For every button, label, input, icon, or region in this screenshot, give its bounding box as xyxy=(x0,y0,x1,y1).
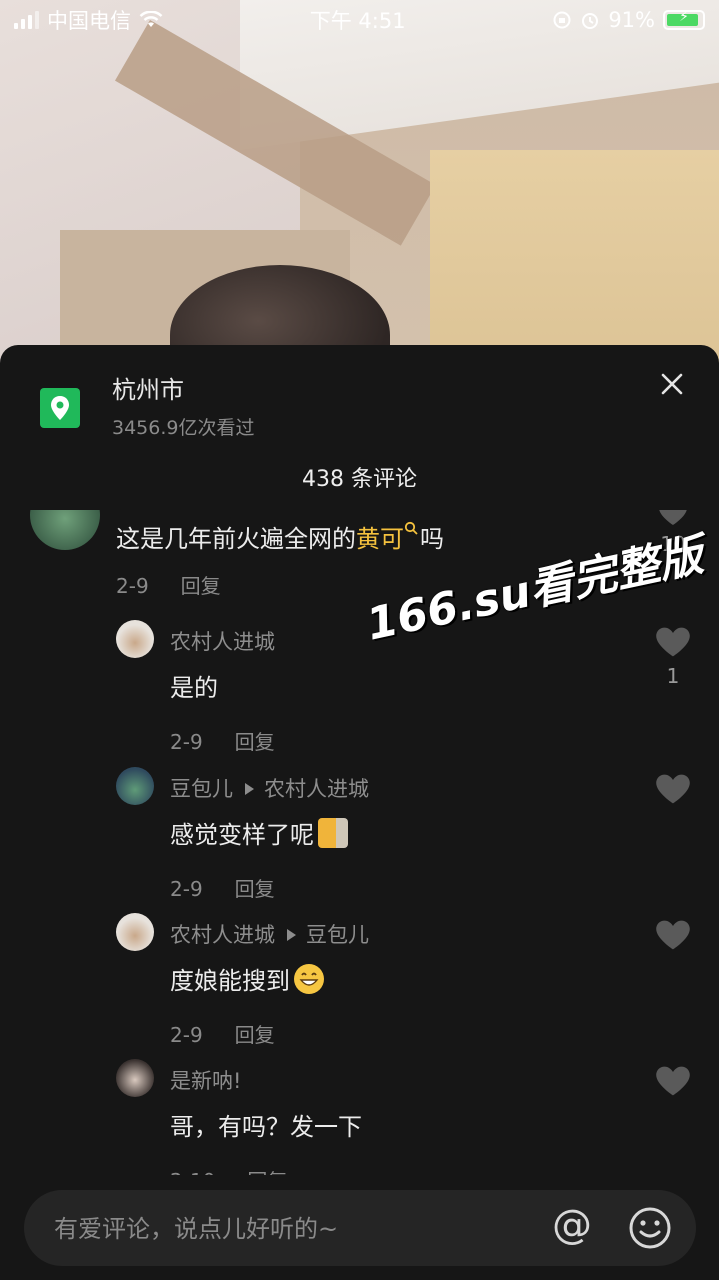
location-title: 杭州市 xyxy=(112,376,184,404)
comment-author: 农村人进城 豆包儿 xyxy=(170,919,369,949)
reply-button[interactable]: 回复 xyxy=(247,1169,287,1175)
search-keyword-link[interactable]: 黄可 xyxy=(356,525,404,553)
comment-meta: 2-9 回复 xyxy=(170,873,275,902)
comment-text: 是的 xyxy=(170,674,218,702)
alarm-icon xyxy=(582,13,599,29)
heart-icon xyxy=(656,774,690,804)
comment-text: 度娘能搜到 xyxy=(170,961,324,996)
comment-count: 438 条评论 xyxy=(302,467,417,492)
reply-target-name[interactable]: 豆包儿 xyxy=(306,923,369,947)
reply-arrow-icon xyxy=(245,783,254,795)
comment-input[interactable] xyxy=(52,1190,526,1268)
heart-icon xyxy=(656,920,690,950)
like-count: 1 xyxy=(666,664,680,688)
comment-text: 感觉变样了呢 xyxy=(170,815,348,850)
status-bar: 中国电信 下午 4:51 91% ⚡ xyxy=(0,0,719,40)
comment-input-bar: @ xyxy=(24,1190,696,1268)
signal-icon xyxy=(14,11,39,29)
comment-author: 豆包儿 农村人进城 xyxy=(170,773,369,803)
comment-author[interactable]: 农村人进城 xyxy=(170,626,275,656)
author-name[interactable]: 农村人进城 xyxy=(170,923,275,947)
like-button[interactable]: 1 xyxy=(655,626,691,688)
close-icon[interactable] xyxy=(659,371,685,397)
comment-text: 哥，有吗？发一下 xyxy=(170,1113,362,1141)
wifi-icon xyxy=(139,11,163,27)
peek-emoji-icon xyxy=(318,818,348,848)
carrier-label: 中国电信 xyxy=(47,9,131,33)
video-background xyxy=(0,0,719,380)
reply-button[interactable]: 回复 xyxy=(235,730,275,754)
comment-date: 2-9 xyxy=(170,730,203,754)
mention-button[interactable]: @ xyxy=(552,1202,592,1248)
author-name[interactable]: 豆包儿 xyxy=(170,777,233,801)
comment-meta: 2-9 回复 xyxy=(170,1019,275,1048)
heart-icon xyxy=(656,1066,690,1096)
location-header[interactable]: 杭州市 3456.9亿次看过 xyxy=(40,375,254,440)
reply-button[interactable]: 回复 xyxy=(235,1023,275,1047)
comment-date: 2-9 xyxy=(170,877,203,901)
heart-icon xyxy=(656,627,690,657)
clock: 下午 4:51 xyxy=(309,9,406,33)
reply-button[interactable]: 回复 xyxy=(181,574,221,598)
avatar[interactable] xyxy=(116,1059,154,1097)
comment-date: 2-9 xyxy=(116,574,149,598)
comment-date: 2-10 xyxy=(170,1169,215,1175)
comment-meta: 2-10 回复 xyxy=(170,1165,287,1175)
avatar[interactable] xyxy=(116,767,154,805)
comment-sheet: 杭州市 3456.9亿次看过 438 条评论 这是几年前火遍全网的黄可吗 2-9… xyxy=(0,345,719,1280)
grin-emoji-icon xyxy=(294,964,324,994)
battery-icon: ⚡ xyxy=(663,9,705,30)
comment-meta: 2-9 回复 xyxy=(170,726,275,755)
comment-author[interactable]: 是新呐! xyxy=(170,1065,241,1095)
avatar[interactable] xyxy=(116,913,154,951)
battery-percent: 91% xyxy=(608,8,655,32)
emoji-icon[interactable] xyxy=(628,1206,672,1250)
reply-target-name[interactable]: 农村人进城 xyxy=(264,777,369,801)
comment-list[interactable]: 这是几年前火遍全网的黄可吗 2-9 回复 10 农村人进城 是的 2-9 回复 1 xyxy=(0,510,719,1175)
search-icon[interactable] xyxy=(404,521,420,537)
avatar[interactable] xyxy=(30,510,100,550)
orientation-lock-icon xyxy=(553,11,571,29)
location-pin-icon xyxy=(40,387,80,428)
location-views: 3456.9亿次看过 xyxy=(112,417,255,439)
comment-date: 2-9 xyxy=(170,1023,203,1047)
reply-arrow-icon xyxy=(287,929,296,941)
like-button[interactable] xyxy=(655,919,691,951)
comment-text: 这是几年前火遍全网的黄可吗 xyxy=(116,519,444,554)
comment-meta: 2-9 回复 xyxy=(116,570,221,599)
like-button[interactable] xyxy=(655,773,691,805)
reply-button[interactable]: 回复 xyxy=(235,877,275,901)
like-button[interactable] xyxy=(655,1065,691,1097)
avatar[interactable] xyxy=(116,620,154,658)
